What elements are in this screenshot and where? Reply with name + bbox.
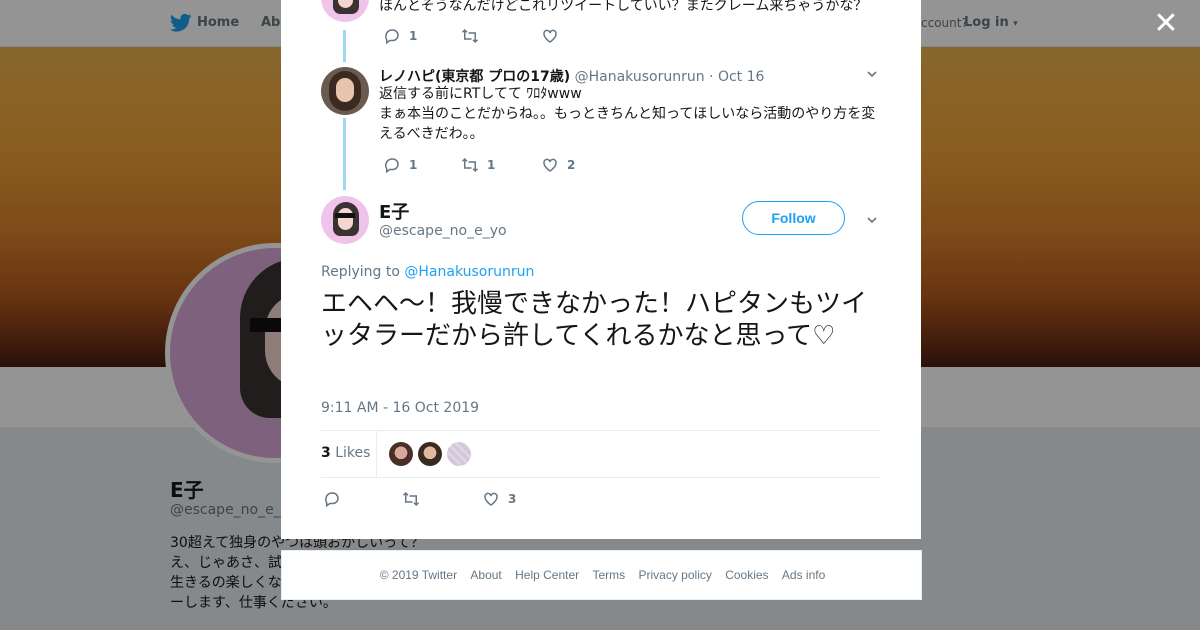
reply-icon [385, 158, 399, 174]
liker-avatar[interactable] [389, 442, 413, 466]
thread-line [343, 118, 346, 190]
chevron-down-icon[interactable] [867, 69, 877, 79]
replying-to: Replying to @Hanakusorunrun [321, 264, 534, 280]
retweet-button[interactable] [402, 490, 420, 508]
likes-count: 3 [321, 445, 331, 461]
tweet-timestamp[interactable]: 9:11 AM - 16 Oct 2019 [321, 400, 479, 416]
likes-label: Likes [335, 445, 371, 461]
reply-button[interactable]: 1 [383, 156, 417, 174]
heart-icon [543, 29, 557, 43]
tweet-author-name[interactable]: レノハピ(東京都 プロの17歳) [379, 69, 570, 85]
likes-row: 3 Likes [321, 431, 881, 477]
reply-button[interactable] [323, 490, 341, 508]
divider [376, 431, 377, 477]
chevron-down-icon[interactable] [867, 215, 877, 225]
reply-icon [385, 29, 399, 45]
tweet-author-name[interactable]: E子 [379, 198, 409, 224]
like-button[interactable] [541, 27, 559, 45]
retweet-count: 1 [487, 158, 496, 172]
footer: © 2019 Twitter About Help Center Terms P… [281, 550, 922, 600]
thread-line [343, 30, 346, 62]
footer-links: © 2019 Twitter About Help Center Terms P… [282, 568, 923, 582]
avatar[interactable] [321, 67, 369, 115]
retweet-icon [461, 157, 479, 173]
footer-link-cookies[interactable]: Cookies [725, 568, 768, 582]
footer-link-terms[interactable]: Terms [592, 568, 625, 582]
tweet-header: レノハピ(東京都 プロの17歳) @Hanakusorunrun · Oct 1… [379, 66, 764, 86]
retweet-button[interactable]: 1 [461, 156, 495, 174]
tweet-text-line: まぁ本当のことだからね。。もっときちんと知ってほしいなら活動のやり方を変えるべき… [379, 106, 876, 142]
retweet-button[interactable] [461, 27, 479, 45]
retweet-icon [461, 28, 479, 44]
tweet-text: 返信する前にRTしてて ﾜﾛﾀwww まぁ本当のことだからね。。もっときちんと知… [379, 84, 879, 144]
liker-avatar[interactable] [418, 442, 442, 466]
tweet-modal: ほんとそうなんだけどこれリツイートしていい？またクレーム来ちゃうかな？ 1 レノ… [281, 0, 921, 539]
reply-count: 1 [409, 158, 418, 172]
heart-icon [484, 492, 498, 506]
reply-count: 1 [409, 29, 418, 43]
avatar[interactable] [321, 196, 369, 244]
follow-button[interactable]: Follow [742, 201, 845, 235]
footer-link-about[interactable]: About [470, 568, 501, 582]
like-button[interactable]: 2 [541, 156, 575, 174]
liker-avatar[interactable] [447, 442, 471, 466]
footer-link-privacy[interactable]: Privacy policy [639, 568, 712, 582]
tweet-author-handle[interactable]: @Hanakusorunrun [575, 69, 705, 85]
like-button[interactable]: 3 [482, 490, 516, 508]
avatar[interactable] [321, 0, 369, 22]
replying-prefix: Replying to [321, 264, 400, 280]
like-count: 3 [508, 492, 517, 506]
tweet-text: ほんとそうなんだけどこれリツイートしていい？またクレーム来ちゃうかな？ [379, 0, 868, 14]
like-count: 2 [567, 158, 576, 172]
tweet-text-line: 返信する前にRTしてて ﾜﾛﾀwww [379, 86, 582, 102]
tweet-actions: 3 [321, 490, 881, 508]
likes-stat[interactable]: 3 Likes [321, 445, 370, 461]
footer-link-ads-info[interactable]: Ads info [782, 568, 825, 582]
tweet-author-handle[interactable]: @escape_no_e_yo [379, 223, 507, 239]
replying-to-link[interactable]: @Hanakusorunrun [404, 264, 534, 280]
close-icon[interactable]: ✕ [1152, 9, 1180, 39]
footer-link-help-center[interactable]: Help Center [515, 568, 579, 582]
divider [321, 477, 881, 478]
heart-icon [543, 158, 557, 172]
main-tweet-text: エヘヘ〜！我慢できなかった！ハピタンもツイッタラーだから許してくれるかなと思って… [321, 289, 868, 351]
footer-copyright: © 2019 Twitter [379, 568, 458, 582]
tweet-date[interactable]: · Oct 16 [709, 69, 764, 85]
reply-button[interactable]: 1 [383, 27, 417, 45]
retweet-icon [402, 491, 420, 507]
reply-icon [325, 492, 339, 508]
